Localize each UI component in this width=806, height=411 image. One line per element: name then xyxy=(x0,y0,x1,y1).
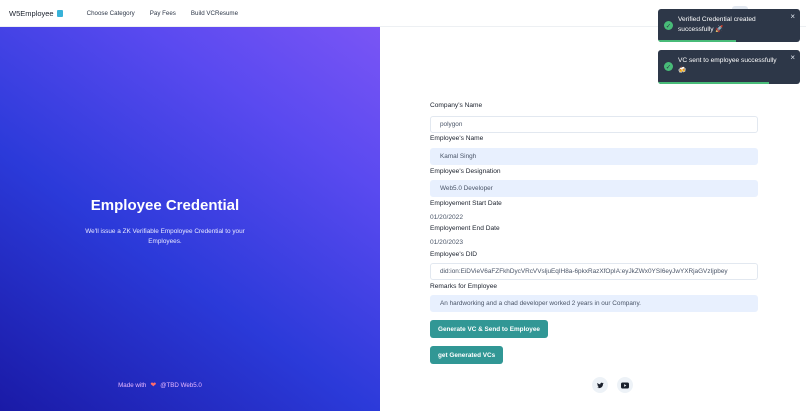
designation-label: Employee's Designation xyxy=(430,168,501,175)
check-icon: ✓ xyxy=(664,21,673,30)
close-icon[interactable]: × xyxy=(790,12,795,21)
did-value: did:ion:EiDVieV6aFZFkhDycVRcVVsljuEqIH8a… xyxy=(440,268,728,275)
generate-vc-button[interactable]: Generate VC & Send to Employee xyxy=(430,320,548,338)
employee-label: Employee's Name xyxy=(430,135,484,142)
brand-icon xyxy=(56,9,63,17)
hero-footer: Made with ❤ @TBD Web5.0 xyxy=(0,381,320,390)
brand-logo[interactable]: W5Employee xyxy=(9,9,63,18)
did-label: Employee's DID xyxy=(430,251,478,258)
end-date-label: Employement End Date xyxy=(430,225,500,232)
youtube-icon xyxy=(621,382,629,388)
employee-value: Kamal Singh xyxy=(440,153,477,160)
start-date-value[interactable]: 01/20/2022 xyxy=(430,214,463,221)
nav-link-pay-fees[interactable]: Pay Fees xyxy=(150,10,176,17)
toast-credential-created: ✓ Verified Credential created successful… xyxy=(658,9,800,42)
nav-links: Choose Category Pay Fees Build VCResume xyxy=(87,10,253,17)
toast-progress-bar xyxy=(658,40,737,42)
nav-link-build-vcresume[interactable]: Build VCResume xyxy=(191,10,238,17)
start-date-label: Employement Start Date xyxy=(430,200,502,207)
twitter-icon xyxy=(596,382,604,388)
designation-input[interactable]: Web5.0 Developer xyxy=(430,180,758,197)
did-input[interactable]: did:ion:EiDVieV6aFZFkhDycVRcVVsljuEqIH8a… xyxy=(430,263,758,280)
heart-icon: ❤ xyxy=(150,382,157,389)
toast-message: Verified Credential created successfully… xyxy=(678,16,756,34)
employee-input[interactable]: Kamal Singh xyxy=(430,148,758,165)
footer-prefix: Made with xyxy=(118,381,147,389)
company-value: polygon xyxy=(440,121,463,128)
company-label: Company's Name xyxy=(430,102,483,109)
remarks-value: An hardworking and a chad developer work… xyxy=(440,300,641,307)
get-generated-vcs-button[interactable]: get Generated VCs xyxy=(430,346,504,364)
toast-message: VC sent to employee successfully 🍻 xyxy=(678,57,777,75)
check-icon: ✓ xyxy=(664,62,673,71)
end-date-value[interactable]: 01/20/2023 xyxy=(430,239,463,246)
close-icon[interactable]: × xyxy=(790,53,795,62)
hero-panel: Employee Credential We'll issue a ZK Ver… xyxy=(0,27,380,411)
brand-name: W5Employee xyxy=(9,8,54,18)
designation-value: Web5.0 Developer xyxy=(440,185,493,192)
toast-progress-bar xyxy=(658,82,769,84)
remarks-label: Remarks for Employee xyxy=(430,283,498,290)
footer-suffix[interactable]: @TBD Web5.0 xyxy=(160,382,202,389)
hero-subtitle: We'll issue a ZK Verifiable Empoloyee Cr… xyxy=(85,228,245,245)
toast-vc-sent: ✓ VC sent to employee successfully 🍻 × xyxy=(658,50,800,84)
company-input[interactable]: polygon xyxy=(430,116,758,133)
hero-title: Employee Credential xyxy=(90,197,240,214)
nav-link-choose-category[interactable]: Choose Category xyxy=(87,10,135,17)
remarks-input[interactable]: An hardworking and a chad developer work… xyxy=(430,295,758,312)
twitter-button[interactable] xyxy=(592,377,608,393)
youtube-button[interactable] xyxy=(617,377,633,393)
